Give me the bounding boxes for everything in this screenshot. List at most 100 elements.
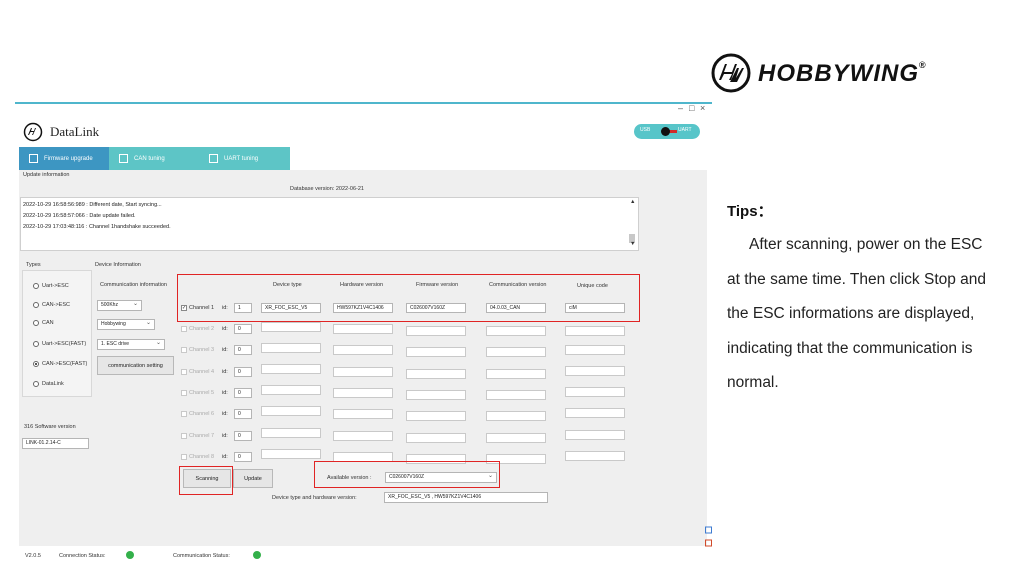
radio-uart-esc[interactable]	[33, 283, 39, 289]
channel-4-device-type	[261, 364, 321, 374]
radio-label: Uart->ESC(FAST)	[42, 341, 87, 347]
channel-8-id-input[interactable]: 0	[234, 452, 252, 462]
id-label: id:	[222, 454, 228, 460]
software-version-field[interactable]: LINK-01.2.14-C	[22, 438, 89, 449]
toggle-knob[interactable]	[661, 127, 670, 136]
channel-5-device-type	[261, 385, 321, 395]
channel-6-firmware	[406, 411, 466, 421]
channel-7-id-input[interactable]: 0	[234, 431, 252, 441]
device-info-label: Device Information	[95, 262, 141, 268]
tab-label: CAN tuning	[134, 155, 165, 162]
radio-uart-esc-fast[interactable]	[33, 341, 39, 347]
channel-8-unique-code	[565, 451, 625, 461]
types-group	[22, 270, 92, 397]
toggle-usb-label: USB	[640, 127, 651, 133]
close-button[interactable]: ×	[700, 103, 705, 113]
channel-3-checkbox[interactable]	[181, 347, 187, 353]
channel-7-hardware	[333, 431, 393, 441]
radio-can-esc-fast[interactable]	[33, 361, 39, 367]
baud-select[interactable]: 500Khz	[97, 300, 142, 311]
radio-label: Uart->ESC	[42, 283, 69, 289]
radio-label: CAN	[42, 320, 54, 326]
hobbywing-logo-icon	[711, 53, 751, 93]
app-version: V2.0.5	[25, 553, 41, 559]
channel-2-id-input[interactable]: 0	[234, 324, 252, 334]
communication-status-indicator	[253, 551, 261, 559]
toggle-uart-label: UART	[678, 127, 692, 133]
channel-4-id-input[interactable]: 0	[234, 367, 252, 377]
datalink-logo-icon	[23, 122, 43, 142]
channel-5-checkbox[interactable]	[181, 390, 187, 396]
channel-2-comm-version	[486, 326, 546, 336]
channel-6-unique-code	[565, 408, 625, 418]
communication-status-label: Communication Status:	[173, 553, 230, 559]
scanning-highlight	[179, 466, 233, 495]
radio-can-esc[interactable]	[33, 302, 39, 308]
channel-2-checkbox[interactable]	[181, 326, 187, 332]
communication-setting-button[interactable]: communication setting	[97, 356, 174, 375]
channel-3-hardware	[333, 345, 393, 355]
log-line: 2022-10-29 16:58:56:989 : Different date…	[23, 202, 162, 208]
channel-2-label: Channel 2	[189, 326, 215, 332]
side-toolbar-icon[interactable]	[705, 526, 712, 548]
channel-4-hardware	[333, 367, 393, 377]
id-label: id:	[222, 390, 228, 396]
channel-2-firmware	[406, 326, 466, 336]
channel-7-checkbox[interactable]	[181, 433, 187, 439]
channel-3-id-input[interactable]: 0	[234, 345, 252, 355]
id-label: id:	[222, 347, 228, 353]
scroll-down-icon[interactable]: ▼	[630, 241, 635, 247]
channel-4-firmware	[406, 369, 466, 379]
channel-3-comm-version	[486, 347, 546, 357]
device-hw-field: XR_FOC_ESC_V5 , HW597KZ1V4C1406	[384, 492, 548, 503]
radio-label: DataLink	[42, 381, 64, 387]
radio-can[interactable]	[33, 320, 39, 326]
channel-5-unique-code	[565, 387, 625, 397]
drive-select[interactable]: 1. ESC drive	[97, 339, 165, 350]
minimize-button[interactable]: –	[678, 103, 683, 113]
radio-datalink[interactable]	[33, 381, 39, 387]
log-line: 2022-10-29 17:03:48:116 : Channel 1hands…	[23, 224, 171, 230]
channel-8-checkbox[interactable]	[181, 454, 187, 460]
scroll-up-icon[interactable]: ▲	[630, 199, 635, 205]
channel-4-comm-version	[486, 369, 546, 379]
channel-3-unique-code	[565, 345, 625, 355]
channel-2-device-type	[261, 322, 321, 332]
tips-title: Tips：	[727, 203, 773, 220]
brand-select[interactable]: Hobbywing	[97, 319, 155, 330]
channel-4-checkbox[interactable]	[181, 369, 187, 375]
id-label: id:	[222, 433, 228, 439]
channel-7-device-type	[261, 428, 321, 438]
channel-8-label: Channel 8	[189, 454, 215, 460]
channel-7-firmware	[406, 433, 466, 443]
software-version-label: 316 Software version	[24, 424, 76, 430]
list-icon	[119, 154, 128, 163]
channel-6-label: Channel 6	[189, 411, 215, 417]
tab-can-tuning[interactable]: CAN tuning	[109, 147, 199, 170]
channel-6-comm-version	[486, 411, 546, 421]
comm-info-label: Communication information	[100, 282, 167, 288]
channel-6-checkbox[interactable]	[181, 411, 187, 417]
tab-uart-tuning[interactable]: UART tuning	[199, 147, 290, 170]
channel-2-hardware	[333, 324, 393, 334]
channel-7-unique-code	[565, 430, 625, 440]
tab-label: Firmware upgrade	[44, 155, 93, 162]
connection-status-indicator	[126, 551, 134, 559]
channel-6-id-input[interactable]: 0	[234, 409, 252, 419]
channel-5-id-input[interactable]: 0	[234, 388, 252, 398]
device-hw-label: Device type and hardware version:	[272, 495, 357, 501]
chip-icon	[29, 154, 38, 163]
tab-firmware-upgrade[interactable]: Firmware upgrade	[19, 147, 109, 170]
id-label: id:	[222, 411, 228, 417]
log-line: 2022-10-29 16:58:57:066 : Date update fa…	[23, 213, 136, 219]
brand-name: HOBBYWING®	[758, 60, 927, 87]
maximize-button[interactable]: □	[689, 103, 694, 113]
channel-7-comm-version	[486, 433, 546, 443]
list-icon	[209, 154, 218, 163]
tab-label: UART tuning	[224, 155, 259, 162]
channel-4-label: Channel 4	[189, 369, 215, 375]
update-button[interactable]: Update	[233, 469, 273, 488]
channel-3-device-type	[261, 343, 321, 353]
app-title: DataLink	[50, 124, 100, 139]
channel-7-label: Channel 7	[189, 433, 215, 439]
